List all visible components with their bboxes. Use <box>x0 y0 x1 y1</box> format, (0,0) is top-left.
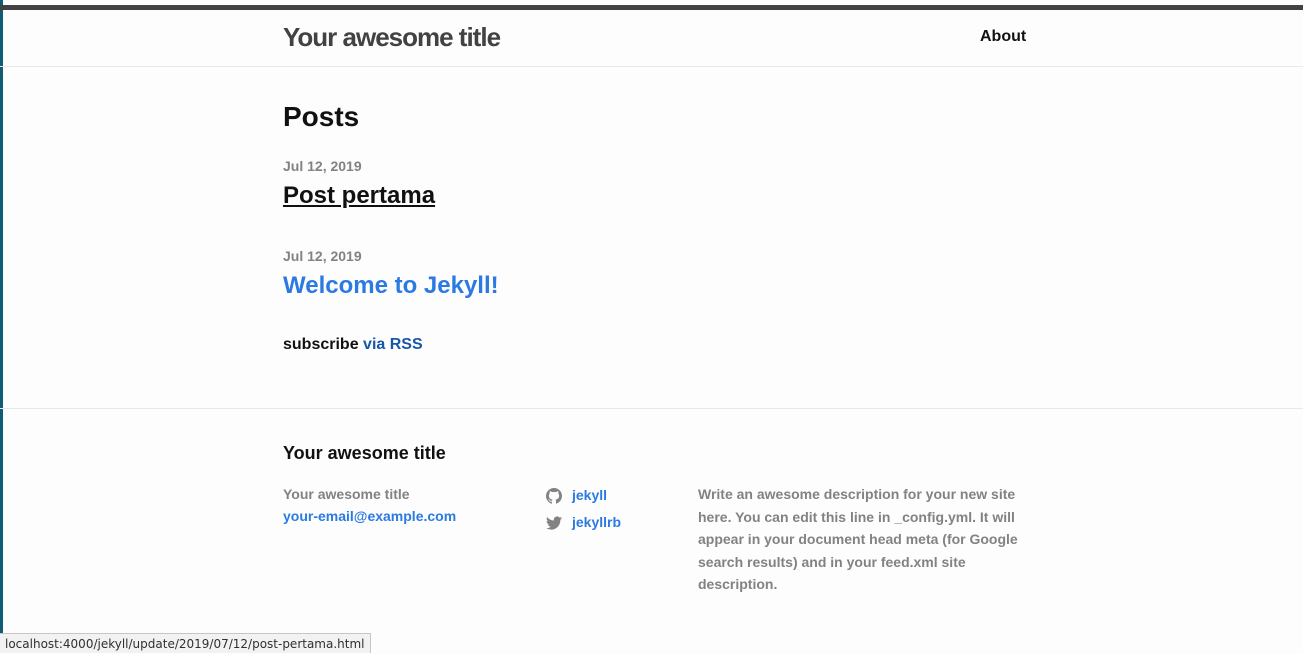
site-description: Write an awesome description for your ne… <box>698 486 1018 592</box>
subscribe-label: subscribe <box>283 336 359 353</box>
twitter-username-link[interactable]: jekyllrb <box>572 509 621 536</box>
social-item-twitter[interactable]: jekyllrb <box>546 509 621 536</box>
post-date: Jul 12, 2019 <box>283 158 362 174</box>
footer-email-link[interactable]: your-email@example.com <box>283 508 456 524</box>
browser-status-bar: localhost:4000/jekyll/update/2019/07/12/… <box>0 633 371 653</box>
post-date: Jul 12, 2019 <box>283 248 362 264</box>
nav-link-about[interactable]: About <box>980 27 1026 47</box>
site-header: Your awesome title About <box>0 10 1303 67</box>
post-link-welcome-to-jekyll[interactable]: Welcome to Jekyll! <box>283 271 499 301</box>
social-item-github[interactable]: jekyll <box>546 482 621 509</box>
github-icon <box>546 487 562 504</box>
post-link-post-pertama[interactable]: Post pertama <box>283 181 435 211</box>
footer-social-column: jekyll jekyllrb <box>546 482 621 536</box>
footer-contact-column: Your awesome title your-email@example.co… <box>283 483 456 527</box>
subscribe-line: subscribe via RSS <box>283 335 423 355</box>
twitter-icon <box>546 516 562 530</box>
site-footer: Your awesome title Your awesome title yo… <box>0 408 1303 654</box>
rss-link[interactable]: via RSS <box>363 336 423 353</box>
footer-site-name: Your awesome title <box>283 486 410 502</box>
site-title-link[interactable]: Your awesome title <box>283 20 501 54</box>
posts-heading: Posts <box>283 101 360 132</box>
github-username-link[interactable]: jekyll <box>572 482 607 509</box>
footer-heading: Your awesome title <box>283 443 446 463</box>
